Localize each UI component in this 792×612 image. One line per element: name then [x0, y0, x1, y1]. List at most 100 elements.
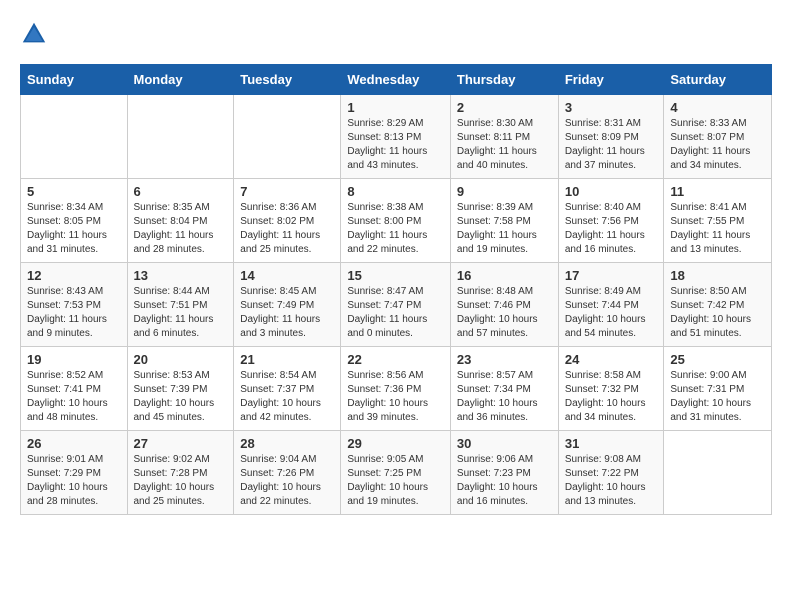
day-info: Sunrise: 8:33 AM Sunset: 8:07 PM Dayligh… [670, 117, 765, 173]
calendar-cell: 6 Sunrise: 8:35 AM Sunset: 8:04 PM Daylig… [127, 179, 234, 263]
day-info: Sunrise: 9:02 AM Sunset: 7:28 PM Dayligh… [134, 453, 228, 509]
day-number: 26 [27, 436, 121, 451]
day-info: Sunrise: 8:56 AM Sunset: 7:36 PM Dayligh… [347, 369, 444, 425]
day-number: 16 [457, 268, 552, 283]
day-number: 3 [565, 100, 658, 115]
logo [20, 20, 52, 48]
day-info: Sunrise: 8:57 AM Sunset: 7:34 PM Dayligh… [457, 369, 552, 425]
day-info: Sunrise: 8:40 AM Sunset: 7:56 PM Dayligh… [565, 201, 658, 257]
weekday-header: Monday [127, 65, 234, 95]
calendar-cell: 24 Sunrise: 8:58 AM Sunset: 7:32 PM Dayli… [558, 347, 664, 431]
weekday-header: Tuesday [234, 65, 341, 95]
calendar-cell: 12 Sunrise: 8:43 AM Sunset: 7:53 PM Dayli… [21, 263, 128, 347]
day-info: Sunrise: 8:34 AM Sunset: 8:05 PM Dayligh… [27, 201, 121, 257]
day-info: Sunrise: 8:47 AM Sunset: 7:47 PM Dayligh… [347, 285, 444, 341]
calendar-cell: 7Sunrise: 8:36 AM Sunset: 8:02 PM Daylig… [234, 179, 341, 263]
day-number: 10 [565, 184, 658, 199]
day-number: 6 [134, 184, 228, 199]
day-info: Sunrise: 8:54 AM Sunset: 7:37 PM Dayligh… [240, 369, 334, 425]
weekday-header: Friday [558, 65, 664, 95]
day-number: 1 [347, 100, 444, 115]
calendar-cell: 19 Sunrise: 8:52 AM Sunset: 7:41 PM Dayli… [21, 347, 128, 431]
calendar-cell [21, 95, 128, 179]
day-number: 12 [27, 268, 121, 283]
day-info: Sunrise: 9:06 AM Sunset: 7:23 PM Dayligh… [457, 453, 552, 509]
calendar-cell: 25 Sunrise: 9:00 AM Sunset: 7:31 PM Dayli… [664, 347, 772, 431]
weekday-header-row: SundayMondayTuesdayWednesdayThursdayFrid… [21, 65, 772, 95]
day-number: 27 [134, 436, 228, 451]
calendar-cell: 11 Sunrise: 8:41 AM Sunset: 7:55 PM Dayli… [664, 179, 772, 263]
calendar-cell: 26 Sunrise: 9:01 AM Sunset: 7:29 PM Dayli… [21, 431, 128, 515]
day-info: Sunrise: 8:35 AM Sunset: 8:04 PM Dayligh… [134, 201, 228, 257]
day-info: Sunrise: 8:31 AM Sunset: 8:09 PM Dayligh… [565, 117, 658, 173]
calendar-cell [234, 95, 341, 179]
calendar-cell: 22 Sunrise: 8:56 AM Sunset: 7:36 PM Dayli… [341, 347, 451, 431]
calendar-week-row: 19 Sunrise: 8:52 AM Sunset: 7:41 PM Dayli… [21, 347, 772, 431]
page-header [20, 20, 772, 48]
weekday-header: Saturday [664, 65, 772, 95]
day-number: 29 [347, 436, 444, 451]
day-info: Sunrise: 9:04 AM Sunset: 7:26 PM Dayligh… [240, 453, 334, 509]
day-number: 22 [347, 352, 444, 367]
day-info: Sunrise: 8:58 AM Sunset: 7:32 PM Dayligh… [565, 369, 658, 425]
day-info: Sunrise: 8:52 AM Sunset: 7:41 PM Dayligh… [27, 369, 121, 425]
calendar-cell [127, 95, 234, 179]
calendar-cell: 2 Sunrise: 8:30 AM Sunset: 8:11 PM Daylig… [450, 95, 558, 179]
day-number: 21 [240, 352, 334, 367]
day-number: 15 [347, 268, 444, 283]
weekday-header: Thursday [450, 65, 558, 95]
calendar-cell: 15 Sunrise: 8:47 AM Sunset: 7:47 PM Dayli… [341, 263, 451, 347]
weekday-header: Sunday [21, 65, 128, 95]
calendar-cell: 8Sunrise: 8:38 AM Sunset: 8:00 PM Daylig… [341, 179, 451, 263]
day-number: 2 [457, 100, 552, 115]
day-info: Sunrise: 8:44 AM Sunset: 7:51 PM Dayligh… [134, 285, 228, 341]
calendar-cell: 20 Sunrise: 8:53 AM Sunset: 7:39 PM Dayli… [127, 347, 234, 431]
day-number: 20 [134, 352, 228, 367]
calendar-cell: 31Sunrise: 9:08 AM Sunset: 7:22 PM Dayli… [558, 431, 664, 515]
day-number: 18 [670, 268, 765, 283]
day-number: 4 [670, 100, 765, 115]
calendar-cell: 13 Sunrise: 8:44 AM Sunset: 7:51 PM Dayli… [127, 263, 234, 347]
day-number: 24 [565, 352, 658, 367]
calendar-cell: 23 Sunrise: 8:57 AM Sunset: 7:34 PM Dayli… [450, 347, 558, 431]
day-info: Sunrise: 8:53 AM Sunset: 7:39 PM Dayligh… [134, 369, 228, 425]
day-number: 9 [457, 184, 552, 199]
day-info: Sunrise: 8:45 AM Sunset: 7:49 PM Dayligh… [240, 285, 334, 341]
calendar-cell: 21 Sunrise: 8:54 AM Sunset: 7:37 PM Dayli… [234, 347, 341, 431]
logo-icon [20, 20, 48, 48]
day-number: 25 [670, 352, 765, 367]
day-info: Sunrise: 8:39 AM Sunset: 7:58 PM Dayligh… [457, 201, 552, 257]
day-info: Sunrise: 8:48 AM Sunset: 7:46 PM Dayligh… [457, 285, 552, 341]
day-info: Sunrise: 9:01 AM Sunset: 7:29 PM Dayligh… [27, 453, 121, 509]
calendar-cell: 16 Sunrise: 8:48 AM Sunset: 7:46 PM Dayli… [450, 263, 558, 347]
calendar-cell: 10 Sunrise: 8:40 AM Sunset: 7:56 PM Dayli… [558, 179, 664, 263]
calendar-cell: 3 Sunrise: 8:31 AM Sunset: 8:09 PM Daylig… [558, 95, 664, 179]
day-number: 17 [565, 268, 658, 283]
day-number: 19 [27, 352, 121, 367]
calendar-cell: 9 Sunrise: 8:39 AM Sunset: 7:58 PM Daylig… [450, 179, 558, 263]
day-number: 7 [240, 184, 334, 199]
calendar-cell: 30Sunrise: 9:06 AM Sunset: 7:23 PM Dayli… [450, 431, 558, 515]
calendar-week-row: 26 Sunrise: 9:01 AM Sunset: 7:29 PM Dayli… [21, 431, 772, 515]
day-info: Sunrise: 9:05 AM Sunset: 7:25 PM Dayligh… [347, 453, 444, 509]
calendar-cell: 17 Sunrise: 8:49 AM Sunset: 7:44 PM Dayli… [558, 263, 664, 347]
weekday-header: Wednesday [341, 65, 451, 95]
calendar-table: SundayMondayTuesdayWednesdayThursdayFrid… [20, 64, 772, 515]
calendar-cell: 4 Sunrise: 8:33 AM Sunset: 8:07 PM Daylig… [664, 95, 772, 179]
calendar-cell: 18Sunrise: 8:50 AM Sunset: 7:42 PM Dayli… [664, 263, 772, 347]
day-info: Sunrise: 8:49 AM Sunset: 7:44 PM Dayligh… [565, 285, 658, 341]
calendar-cell: 29 Sunrise: 9:05 AM Sunset: 7:25 PM Dayli… [341, 431, 451, 515]
day-number: 11 [670, 184, 765, 199]
day-info: Sunrise: 8:30 AM Sunset: 8:11 PM Dayligh… [457, 117, 552, 173]
calendar-week-row: 1 Sunrise: 8:29 AM Sunset: 8:13 PM Daylig… [21, 95, 772, 179]
calendar-cell: 28Sunrise: 9:04 AM Sunset: 7:26 PM Dayli… [234, 431, 341, 515]
day-info: Sunrise: 8:41 AM Sunset: 7:55 PM Dayligh… [670, 201, 765, 257]
day-info: Sunrise: 8:29 AM Sunset: 8:13 PM Dayligh… [347, 117, 444, 173]
day-info: Sunrise: 9:08 AM Sunset: 7:22 PM Dayligh… [565, 453, 658, 509]
day-number: 8 [347, 184, 444, 199]
day-info: Sunrise: 8:43 AM Sunset: 7:53 PM Dayligh… [27, 285, 121, 341]
day-info: Sunrise: 9:00 AM Sunset: 7:31 PM Dayligh… [670, 369, 765, 425]
day-number: 13 [134, 268, 228, 283]
calendar-cell: 27 Sunrise: 9:02 AM Sunset: 7:28 PM Dayli… [127, 431, 234, 515]
day-number: 23 [457, 352, 552, 367]
